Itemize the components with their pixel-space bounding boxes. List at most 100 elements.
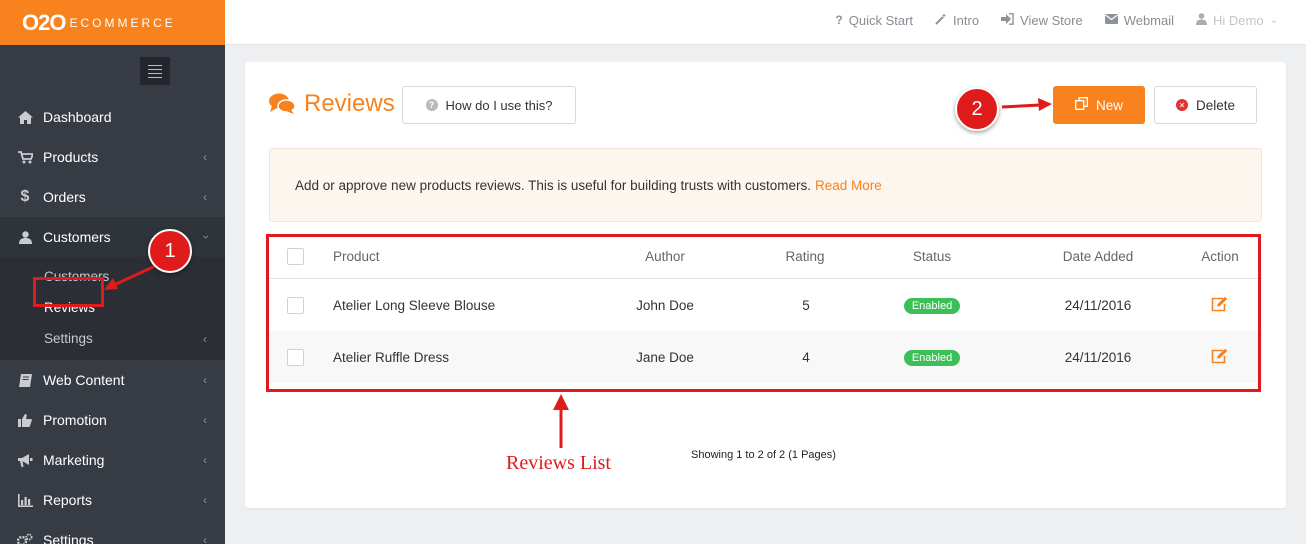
question-icon: ? [835,13,843,27]
book-icon [17,373,33,387]
help-button[interactable]: ? How do I use this? [402,86,576,124]
row-date: 24/11/2016 [1064,297,1132,313]
envelope-icon [1104,13,1118,27]
header-action: Action [1201,248,1239,264]
row-product: Atelier Long Sleeve Blouse [333,297,496,313]
sidebar-item-label: Marketing [43,452,105,468]
view-store-link[interactable]: View Store [1001,13,1083,28]
sidebar-item-dashboard[interactable]: Dashboard [0,97,225,137]
read-more-link[interactable]: Read More [815,178,882,193]
step-1-marker: 1 [148,229,192,273]
logo-main: O2O [22,9,66,35]
table-row: Atelier Ruffle Dress Jane Doe 4 Enabled … [269,331,1262,383]
chevron-left-icon: ‹ [203,413,207,427]
delete-button-label: Delete [1195,97,1236,113]
sidebar-item-label: Dashboard [43,109,112,125]
chevron-down-icon: ⌄ [1269,14,1278,26]
logo-sub: ECOMMERCE [69,15,176,30]
sidebar-item-reports[interactable]: Reports ‹ [0,480,225,520]
sidebar-item-label: Orders [43,189,86,205]
chevron-left-icon: ‹ [203,190,207,204]
row-author: Jane Doe [636,349,694,365]
chevron-left-icon: ‹ [203,453,207,467]
row-checkbox[interactable] [287,296,304,314]
sidebar: O2O ECOMMERCE Dashboard Products ‹ $ Ord… [0,0,225,544]
row-date: 24/11/2016 [1064,349,1132,365]
sidebar-item-promotion[interactable]: Promotion ‹ [0,400,225,440]
bullhorn-icon [17,453,33,467]
sidebar-toggle-button[interactable] [139,57,170,85]
header-product[interactable]: Product [333,249,380,264]
sidebar-item-label: Settings [44,331,93,346]
topbar: ? Quick Start Intro View Store Webmail H… [225,0,1306,45]
comments-icon [269,93,296,115]
pagination-info: Showing 1 to 2 of 2 (1 Pages) [691,449,836,461]
chevron-left-icon: ‹ [203,331,207,346]
user-menu[interactable]: Hi Demo ⌄ [1196,13,1278,28]
chevron-left-icon: ‹ [203,373,207,387]
gears-icon [17,533,33,544]
sidebar-item-products[interactable]: Products ‹ [0,137,225,177]
customers-submenu: Customers Reviews Settings ‹ [0,257,225,360]
user-icon [1196,12,1208,28]
dollar-icon: $ [20,188,30,205]
intro-link[interactable]: Intro [935,12,980,28]
quick-start-label: Quick Start [848,12,914,28]
sidebar-item-settings[interactable]: Settings ‹ [0,520,225,544]
brand-logo[interactable]: O2O ECOMMERCE [0,0,225,45]
quick-start-link[interactable]: ? Quick Start [835,13,913,28]
row-product: Atelier Ruffle Dress [333,349,450,365]
webmail-link[interactable]: Webmail [1104,12,1175,28]
sidebar-item-label: Reports [43,492,93,508]
copy-icon [1075,97,1088,113]
sign-in-icon [1001,12,1014,28]
sidebar-item-label: Promotion [43,412,107,428]
table-header: Product Author Rating Status Date Added … [269,234,1262,279]
help-button-label: How do I use this? [445,97,553,113]
header-date-added[interactable]: Date Added [1048,249,1148,264]
edit-icon[interactable] [1211,348,1229,364]
intro-label: Intro [953,12,980,28]
sidebar-subitem-customers[interactable]: Customers [0,261,225,292]
webmail-label: Webmail [1123,12,1175,28]
sidebar-item-orders[interactable]: $ Orders ‹ [0,177,225,217]
step-2-marker: 2 [955,87,999,131]
new-button[interactable]: New [1053,86,1145,124]
magic-wand-icon [935,12,947,28]
sidebar-item-web-content[interactable]: Web Content ‹ [0,360,225,400]
chevron-down-icon: ‹ [198,235,212,239]
chevron-left-icon: ‹ [203,493,207,507]
sidebar-item-label: Products [43,149,99,165]
edit-icon[interactable] [1211,296,1229,312]
row-author: John Doe [636,297,694,313]
sidebar-item-marketing[interactable]: Marketing ‹ [0,440,225,480]
sidebar-item-label: Settings [43,532,94,544]
select-all-checkbox[interactable] [287,247,304,265]
thumbs-up-icon [17,413,33,427]
new-button-label: New [1095,97,1123,113]
main-panel: Reviews ? How do I use this? New ✕ Delet… [245,62,1286,508]
row-rating: 5 [802,297,810,313]
chevron-left-icon: ‹ [203,150,207,164]
info-text: Add or approve new products reviews. Thi… [295,177,811,193]
sidebar-item-label: Customers [43,229,111,245]
header-status[interactable]: Status [901,249,963,264]
status-badge: Enabled [903,297,961,314]
header-rating[interactable]: Rating [775,249,835,264]
times-circle-icon: ✕ [1175,99,1188,111]
user-icon [17,230,33,244]
info-box: Add or approve new products reviews. Thi… [269,148,1262,222]
reviews-list-label: Reviews List [506,452,611,474]
row-checkbox[interactable] [287,348,304,366]
sidebar-subitem-reviews[interactable]: Reviews [0,292,225,323]
status-badge: Enabled [903,349,961,366]
home-icon [17,110,33,124]
header-author[interactable]: Author [624,249,706,264]
menu-icon [147,64,162,66]
page-title: Reviews [304,90,395,117]
sidebar-subitem-settings[interactable]: Settings ‹ [0,323,225,354]
user-name: Hi Demo [1213,12,1264,28]
view-store-label: View Store [1020,12,1083,28]
delete-button[interactable]: ✕ Delete [1154,86,1257,124]
bar-chart-icon [17,493,33,507]
